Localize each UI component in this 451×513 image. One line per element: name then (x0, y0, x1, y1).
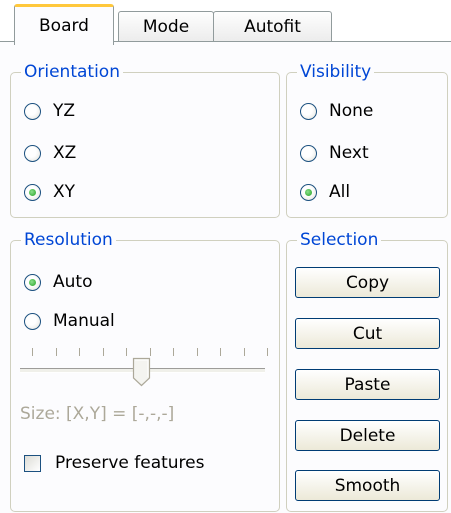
delete-button[interactable]: Delete (295, 420, 440, 451)
slider-tick (149, 348, 151, 356)
slider-tick (79, 348, 80, 356)
tab-autofit[interactable]: Autofit (213, 11, 332, 42)
radio-none[interactable] (300, 102, 317, 120)
slider-tick (196, 348, 198, 356)
tab-board-label: Board (39, 16, 89, 36)
slider-tick (55, 348, 57, 356)
radio-yz[interactable] (24, 102, 41, 120)
preserve-features-option[interactable]: Preserve features (24, 453, 205, 473)
visibility-option-label: Next (329, 143, 369, 163)
radio-xy[interactable] (24, 183, 41, 201)
resolution-title: Resolution (21, 229, 116, 251)
radio-auto[interactable] (24, 273, 41, 291)
selection-title: Selection (297, 229, 382, 251)
resolution-option-auto[interactable]: Auto (24, 272, 92, 292)
tab-mode-label: Mode (142, 17, 190, 37)
orientation-option-label: XZ (53, 143, 77, 163)
tab-autofit-label: Autofit (244, 17, 301, 37)
cut-button[interactable]: Cut (295, 318, 440, 349)
slider-tick (243, 348, 245, 356)
orientation-option-xz[interactable]: XZ (24, 143, 76, 163)
resolution-option-manual[interactable]: Manual (24, 311, 115, 331)
visibility-option-all[interactable]: All (300, 182, 350, 202)
tab-mode[interactable]: Mode (118, 11, 214, 42)
resolution-option-label: Manual (53, 311, 115, 331)
orientation-option-label: YZ (53, 101, 76, 121)
tab-board[interactable]: Board (14, 4, 114, 45)
resolution-option-label: Auto (53, 272, 93, 292)
smooth-button[interactable]: Smooth (295, 470, 440, 501)
preserve-features-label: Preserve features (55, 453, 205, 473)
slider-tick (267, 348, 268, 356)
slider-ticks (32, 348, 272, 356)
size-label: Size: [X,Y] = [-,-,-] (20, 404, 175, 424)
visibility-title: Visibility (297, 61, 375, 83)
visibility-option-none[interactable]: None (300, 101, 373, 121)
preserve-features-checkbox[interactable] (24, 454, 41, 472)
radio-next[interactable] (300, 144, 317, 162)
visibility-option-label: All (329, 182, 351, 202)
orientation-option-label: XY (53, 182, 76, 202)
radio-all[interactable] (300, 183, 317, 201)
slider-tick (220, 348, 221, 356)
orientation-option-xy[interactable]: XY (24, 182, 75, 202)
resolution-slider-thumb[interactable] (132, 357, 151, 387)
radio-manual[interactable] (24, 312, 41, 330)
slider-tick (173, 348, 174, 356)
visibility-option-next[interactable]: Next (300, 143, 369, 163)
visibility-option-label: None (329, 101, 374, 121)
copy-button[interactable]: Copy (295, 267, 440, 298)
radio-xz[interactable] (24, 144, 41, 162)
slider-tick (102, 348, 104, 356)
orientation-option-yz[interactable]: YZ (24, 101, 75, 121)
slider-tick (32, 348, 33, 356)
orientation-title: Orientation (21, 61, 123, 83)
slider-tick (126, 348, 127, 356)
paste-button[interactable]: Paste (295, 369, 440, 400)
